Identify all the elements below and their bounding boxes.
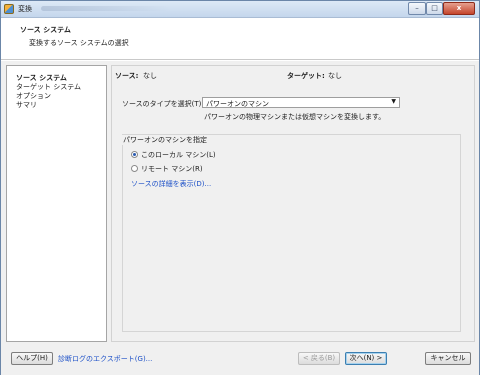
radio-local-machine[interactable]: このローカル マシン(L) (131, 150, 216, 160)
content-panel: ソース: なし ターゲット: なし ソースのタイプを選択(T): パワーオンのマ… (111, 65, 475, 342)
title-bar-blur (41, 6, 171, 11)
radio-remote-label: リモート マシン(R) (141, 165, 203, 173)
title-bar[interactable]: 変換 – □ x (1, 1, 479, 18)
wizard-header: ソース システム 変換するソース システムの選択 (1, 18, 479, 60)
close-button[interactable]: x (443, 2, 475, 15)
source-type-value: パワーオンのマシン (206, 100, 269, 108)
target-value: なし (328, 72, 342, 80)
radio-checked-icon[interactable] (131, 151, 138, 158)
group-title: パワーオンのマシンを指定 (122, 135, 208, 145)
cancel-button[interactable]: キャンセル (425, 352, 471, 365)
page-subtitle: 変換するソース システムの選択 (29, 39, 129, 47)
radio-local-label: このローカル マシン(L) (141, 151, 216, 159)
converter-app-icon (4, 4, 14, 14)
radio-remote-machine[interactable]: リモート マシン(R) (131, 164, 203, 174)
next-button[interactable]: 次へ(N) > (345, 352, 387, 365)
source-type-label: ソースのタイプを選択(T): (122, 100, 204, 108)
page-title: ソース システム (20, 26, 71, 34)
help-button[interactable]: ヘルプ(H) (11, 352, 53, 365)
minimize-button[interactable]: – (408, 2, 426, 15)
wizard-footer: ヘルプ(H) 診断ログのエクスポート(G)... < 戻る(B) 次へ(N) >… (1, 345, 479, 375)
source-label: ソース: (115, 72, 139, 80)
step-item-summary[interactable]: サマリ (16, 100, 37, 110)
source-type-description: パワーオンの物理マシンまたは仮想マシンを変換します。 (204, 113, 386, 121)
radio-unchecked-icon[interactable] (131, 165, 138, 172)
convert-window: 変換 – □ x ソース システム 変換するソース システムの選択 ソース シス… (0, 0, 480, 375)
target-label: ターゲット: (287, 72, 325, 80)
source-value: なし (143, 72, 157, 80)
wizard-body: ソース システム ターゲット システム オプション サマリ ソース: なし ター… (1, 61, 479, 345)
step-list: ソース システム ターゲット システム オプション サマリ (6, 65, 107, 342)
window-title: 変換 (18, 5, 32, 13)
view-source-details-link[interactable]: ソースの詳細を表示(D)... (131, 179, 211, 189)
source-type-select[interactable]: パワーオンのマシン ▼ (202, 97, 400, 108)
back-button[interactable]: < 戻る(B) (298, 352, 340, 365)
maximize-button[interactable]: □ (426, 2, 443, 15)
chevron-down-icon[interactable]: ▼ (391, 98, 396, 105)
export-diagnostic-logs-link[interactable]: 診断ログのエクスポート(G)... (58, 354, 152, 364)
